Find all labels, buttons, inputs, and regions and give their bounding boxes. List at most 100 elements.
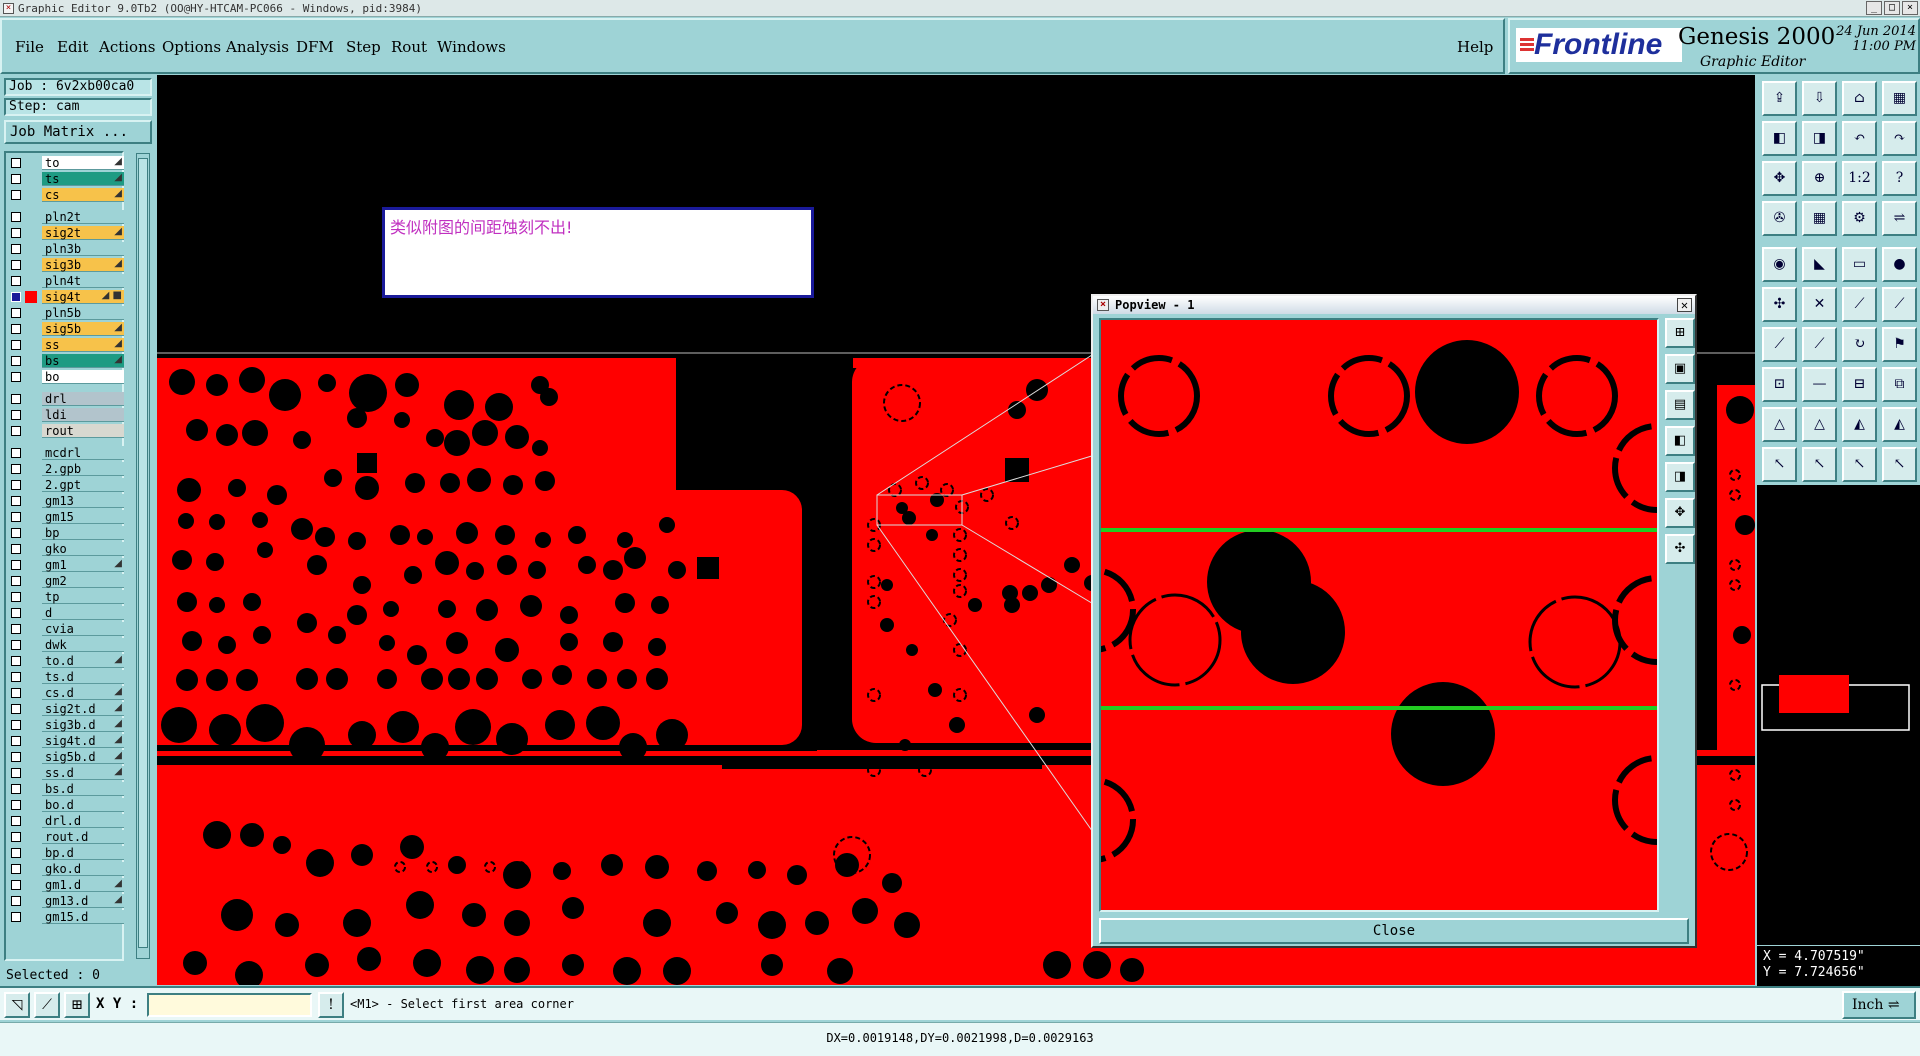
menu-actions[interactable]: Actions — [99, 38, 155, 56]
layer-checkbox[interactable] — [11, 292, 21, 302]
job-matrix-button[interactable]: Job Matrix ... — [4, 120, 152, 144]
layer-checkbox[interactable] — [11, 880, 21, 890]
scrollbar-thumb[interactable] — [138, 158, 148, 948]
layer-row-sig3b.d[interactable]: sig3b.d ◢ — [8, 718, 124, 732]
point-icon[interactable]: ⊡ — [1762, 367, 1797, 402]
home-icon[interactable]: ⌂ — [1842, 81, 1877, 116]
close-window-button[interactable]: × — [1902, 1, 1918, 15]
redo-icon[interactable]: ◨ — [1802, 121, 1837, 156]
arc-icon[interactable]: △ — [1762, 407, 1797, 442]
layer-checkbox[interactable] — [11, 394, 21, 404]
layer-label[interactable]: sig3b.d — [42, 718, 124, 732]
layer-row-gm1.d[interactable]: gm1.d ◢ — [8, 878, 124, 892]
layer-row-2.gpt[interactable]: 2.gpt — [8, 478, 124, 492]
trace-icon[interactable]: △ — [1802, 407, 1837, 442]
layer-label[interactable]: cs.d — [42, 686, 124, 700]
minimize-button[interactable]: _ — [1866, 1, 1882, 15]
layer-label[interactable]: bo.d — [42, 798, 124, 812]
layer-label[interactable]: ss — [42, 338, 124, 352]
layer-row-pln3b[interactable]: pln3b — [8, 242, 124, 256]
layer-checkbox[interactable] — [11, 260, 21, 270]
layer-row-sig2t.d[interactable]: sig2t.d ◢ — [8, 702, 124, 716]
layer-checkbox[interactable] — [11, 528, 21, 538]
angle-mode-icon[interactable]: ⟋ — [34, 992, 60, 1018]
layer-checkbox[interactable] — [11, 410, 21, 420]
layer-checkbox[interactable] — [11, 896, 21, 906]
ratio-icon[interactable]: 1:2 — [1842, 161, 1877, 196]
layer-checkbox[interactable] — [11, 174, 21, 184]
layer-row-d[interactable]: d — [8, 606, 124, 620]
layer-checkbox[interactable] — [11, 832, 21, 842]
layer-checkbox[interactable] — [11, 480, 21, 490]
layer-label[interactable]: d — [42, 606, 124, 620]
layer-row-gm2[interactable]: gm2 — [8, 574, 124, 588]
layer-checkbox[interactable] — [11, 656, 21, 666]
layer-label[interactable]: gm13 — [42, 494, 124, 508]
layer-row-mcdrl[interactable]: mcdrl — [8, 446, 124, 460]
route-icon[interactable]: ◣ — [1802, 247, 1837, 282]
layer-row-ts.d[interactable]: ts.d — [8, 670, 124, 684]
layer-label[interactable]: bp.d — [42, 846, 124, 860]
window-icon[interactable]: ▦ — [1882, 81, 1917, 116]
align-icon[interactable]: ⊟ — [1842, 367, 1877, 402]
layer-row-dwk[interactable]: dwk — [8, 638, 124, 652]
layer-label[interactable]: rout — [42, 424, 124, 438]
popview-back-button[interactable]: ◧ — [1665, 426, 1695, 456]
layer-label[interactable]: ss.d — [42, 766, 124, 780]
layer-row-sig2t[interactable]: sig2t ◢ — [8, 226, 124, 240]
grid-icon[interactable]: ▦ — [1802, 201, 1837, 236]
menu-file[interactable]: File — [15, 38, 44, 56]
exclamation-icon[interactable]: ! — [318, 992, 344, 1018]
layer-row-bp[interactable]: bp — [8, 526, 124, 540]
layer-label[interactable]: gm15.d — [42, 910, 124, 924]
layer-label[interactable]: pln2t — [42, 210, 124, 224]
layer-checkbox[interactable] — [11, 372, 21, 382]
layer-label[interactable]: sig3b — [42, 258, 124, 272]
popview-fit-button[interactable]: ✥ — [1665, 498, 1695, 528]
layer-label[interactable]: sig5b — [42, 322, 124, 336]
save-icon[interactable]: ⇩ — [1802, 81, 1837, 116]
layer-checkbox[interactable] — [11, 704, 21, 714]
layer-label[interactable]: bp — [42, 526, 124, 540]
layer-checkbox[interactable] — [11, 736, 21, 746]
layer-label[interactable]: sig2t.d — [42, 702, 124, 716]
pan-icon[interactable]: ✇ — [1762, 201, 1797, 236]
layer-row-cs[interactable]: cs ◢ — [8, 188, 124, 202]
layer-scrollbar[interactable] — [136, 153, 150, 959]
layer-row-tp[interactable]: tp — [8, 590, 124, 604]
popview-close-button[interactable]: Close — [1099, 918, 1689, 944]
layer-checkbox[interactable] — [11, 624, 21, 634]
cross-icon[interactable]: ⟋ — [1882, 287, 1917, 322]
measure-icon[interactable]: ⚙ — [1842, 201, 1877, 236]
menu-rout[interactable]: Rout — [391, 38, 427, 56]
layer-row-bs.d[interactable]: bs.d — [8, 782, 124, 796]
layer-label[interactable]: bo — [42, 370, 124, 384]
layer-label[interactable]: sig4t.d — [42, 734, 124, 748]
layer-checkbox[interactable] — [11, 356, 21, 366]
layer-row-to.d[interactable]: to.d ◢ — [8, 654, 124, 668]
flip-icon[interactable]: ⇌ — [1882, 201, 1917, 236]
menu-dfm[interactable]: DFM — [296, 38, 334, 56]
layer-row-gm15.d[interactable]: gm15.d — [8, 910, 124, 924]
popview-save-button[interactable]: ▣ — [1665, 354, 1695, 384]
open-icon[interactable]: ⇪ — [1762, 81, 1797, 116]
popview-canvas[interactable] — [1099, 318, 1659, 912]
layer-row-2.gpb[interactable]: 2.gpb — [8, 462, 124, 476]
layer-row-ldi[interactable]: ldi — [8, 408, 124, 422]
layer-checkbox[interactable] — [11, 496, 21, 506]
layer-checkbox[interactable] — [11, 426, 21, 436]
layer-checkbox[interactable] — [11, 816, 21, 826]
layer-row-ts[interactable]: ts ◢ — [8, 172, 124, 186]
pointer-red-icon[interactable]: ↖ — [1842, 447, 1877, 482]
layer-row-drl.d[interactable]: drl.d — [8, 814, 124, 828]
layer-row-gm1[interactable]: gm1 ◢ — [8, 558, 124, 572]
popview-forward-button[interactable]: ◨ — [1665, 462, 1695, 492]
menu-analysis[interactable]: Analysis — [226, 38, 289, 56]
popview-export-button[interactable]: ▤ — [1665, 390, 1695, 420]
popview-pan-button[interactable]: ✣ — [1665, 534, 1695, 564]
rotate-icon[interactable]: ↻ — [1842, 327, 1877, 362]
layer-checkbox[interactable] — [11, 340, 21, 350]
mirror-icon[interactable]: ⧉ — [1882, 367, 1917, 402]
menu-help[interactable]: Help — [1457, 38, 1493, 56]
layer-checkbox[interactable] — [11, 592, 21, 602]
